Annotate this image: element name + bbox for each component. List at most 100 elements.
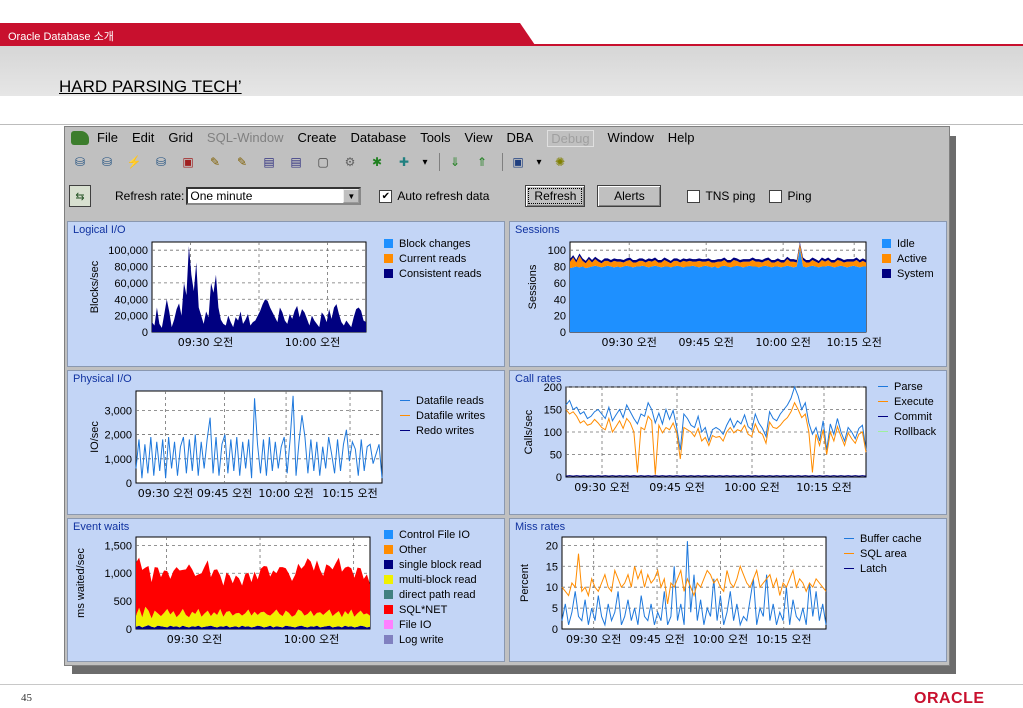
- legend-label: multi-block read: [399, 573, 477, 586]
- legend-item: Log write: [384, 632, 482, 647]
- chevron-down-icon[interactable]: ▼: [343, 189, 360, 203]
- miss-rates-xtick: 10:00 오전: [693, 633, 748, 646]
- menu-dba[interactable]: DBA: [507, 130, 534, 147]
- window-icon[interactable]: ▣: [507, 152, 529, 172]
- toolbar-separator: [439, 153, 440, 171]
- debug-bug-icon[interactable]: ✱: [366, 152, 388, 172]
- legend-swatch: [844, 568, 854, 569]
- sessions-legend: Idle Active System: [882, 236, 934, 281]
- event-waits-legend: Control File IO Other single block read mul…: [384, 527, 482, 647]
- legend-label: Idle: [897, 237, 915, 250]
- sql-connect-icon[interactable]: ⛁: [69, 152, 91, 172]
- section-tab-label: Oracle Database 소개: [8, 31, 114, 43]
- app-window: File Edit Grid SQL-Window Create Database Tool…: [64, 126, 950, 666]
- gear-icon[interactable]: ⚙: [339, 152, 361, 172]
- sessions-ytick: 100: [548, 245, 566, 257]
- menu-sql-window[interactable]: SQL-Window: [207, 130, 284, 147]
- sessions-xtick: 09:45 오전: [678, 336, 733, 349]
- menu-help[interactable]: Help: [668, 130, 695, 147]
- sql-editor-icon[interactable]: ⛁: [150, 152, 172, 172]
- legend-swatch: [882, 269, 891, 278]
- legend-item: Datafile reads: [400, 393, 485, 408]
- menu-edit[interactable]: Edit: [132, 130, 154, 147]
- miss-rates-xtick: 09:30 오전: [566, 633, 621, 646]
- sessions-ylabel: Sessions: [527, 264, 539, 309]
- legend-item: Block changes: [384, 236, 482, 251]
- legend-item: Control File IO: [384, 527, 482, 542]
- call-rates-xtick: 09:30 오전: [574, 481, 629, 494]
- call-rates-ylabel: Calls/sec: [523, 409, 535, 454]
- legend-swatch: [882, 254, 891, 263]
- auto-refresh-checkbox[interactable]: ✔: [379, 189, 393, 203]
- chevron-down-icon[interactable]: ▾: [420, 152, 430, 172]
- menu-tools[interactable]: Tools: [420, 130, 450, 147]
- menu-view[interactable]: View: [465, 130, 493, 147]
- legend-item: Commit: [878, 409, 936, 424]
- legend-label: Buffer cache: [860, 532, 922, 545]
- event-waits-ytick: 0: [126, 624, 132, 636]
- miss-rates-ytick: 20: [546, 540, 558, 552]
- database-refresh-icon[interactable]: ⇆: [69, 185, 91, 207]
- slide-title: HARD PARSING TECH’: [59, 77, 242, 96]
- legend-swatch: [878, 416, 888, 417]
- legend-item: Execute: [878, 394, 936, 409]
- legend-label: Redo writes: [416, 424, 475, 437]
- footer-rule: [0, 684, 1023, 685]
- download-icon[interactable]: ⇓: [444, 152, 466, 172]
- print-icon[interactable]: ▤: [285, 152, 307, 172]
- app-logo-icon: [71, 131, 89, 145]
- menu-bar: File Edit Grid SQL-Window Create Database Tool…: [65, 127, 949, 149]
- miss-rates-ylabel: Percent: [519, 564, 531, 602]
- menu-window[interactable]: Window: [608, 130, 654, 147]
- notes-icon[interactable]: ▢: [312, 152, 334, 172]
- legend-label: Consistent reads: [399, 267, 482, 280]
- call-rates-ytick: 100: [544, 427, 562, 439]
- call-rates-xtick: 10:15 오전: [796, 481, 851, 494]
- refresh-button[interactable]: Refresh: [525, 185, 586, 207]
- logical-io-legend: Block changes Current reads Consistent rea…: [384, 236, 482, 281]
- physical-io-legend: Datafile reads Datafile writes Redo writes: [400, 393, 485, 438]
- menu-create[interactable]: Create: [298, 130, 337, 147]
- refresh-rate-select[interactable]: One minute ▼: [186, 187, 362, 205]
- control-bar: ⇆ Refresh rate: One minute ▼ ✔ Auto refr…: [69, 183, 947, 209]
- sessions-ytick: 40: [554, 294, 566, 306]
- menu-file[interactable]: File: [97, 130, 118, 147]
- tns-ping-checkbox[interactable]: [687, 189, 701, 203]
- legend-item: System: [882, 266, 934, 281]
- ping-label: Ping: [787, 189, 812, 203]
- physical-io-xtick: 09:45 오전: [197, 487, 252, 500]
- legend-label: single block read: [399, 558, 482, 571]
- sessions-ytick: 20: [554, 311, 566, 323]
- legend-swatch: [400, 400, 410, 401]
- menu-debug[interactable]: Debug: [547, 129, 594, 147]
- logical-io-ytick: 40,000: [114, 294, 148, 306]
- sessions-panel: Sessions 100 80 60 40 20 0 Sessions 09:30 오전 09:4…: [509, 221, 947, 367]
- script-icon[interactable]: ✎: [204, 152, 226, 172]
- legend-swatch: [384, 269, 393, 278]
- menu-database[interactable]: Database: [351, 130, 407, 147]
- report-icon[interactable]: ▣: [177, 152, 199, 172]
- legend-item: single block read: [384, 557, 482, 572]
- sessions-ytick: 80: [554, 262, 566, 274]
- export-icon[interactable]: ▤: [258, 152, 280, 172]
- legend-item: Active: [882, 251, 934, 266]
- legend-item: Buffer cache: [844, 531, 922, 546]
- tools-icon[interactable]: ✚: [393, 152, 415, 172]
- upload-icon[interactable]: ⇑: [471, 152, 493, 172]
- menu-grid[interactable]: Grid: [168, 130, 193, 147]
- legend-label: File IO: [399, 618, 432, 631]
- legend-swatch: [878, 386, 888, 387]
- legend-label: Control File IO: [399, 528, 470, 541]
- alerts-button[interactable]: Alerts: [597, 185, 662, 207]
- event-waits-ytick: 1,500: [104, 540, 132, 552]
- call-rates-ytick: 150: [544, 405, 562, 417]
- toolbar: ⛁ ⛁ ⚡ ⛁ ▣ ✎ ✎ ▤ ▤ ▢ ⚙ ✱ ✚ ▾ ⇓ ⇑ ▣ ▾ ✺: [69, 150, 576, 174]
- logical-io-xtick: 10:00 오전: [285, 336, 340, 349]
- sql-tools-icon[interactable]: ✎: [231, 152, 253, 172]
- session-icon[interactable]: ⚡: [123, 152, 145, 172]
- schema-browser-icon[interactable]: ⛁: [96, 152, 118, 172]
- options-icon[interactable]: ✺: [549, 152, 571, 172]
- chevron-down-icon[interactable]: ▾: [534, 152, 544, 172]
- ping-checkbox[interactable]: [769, 189, 783, 203]
- refresh-rate-label: Refresh rate:: [115, 189, 185, 203]
